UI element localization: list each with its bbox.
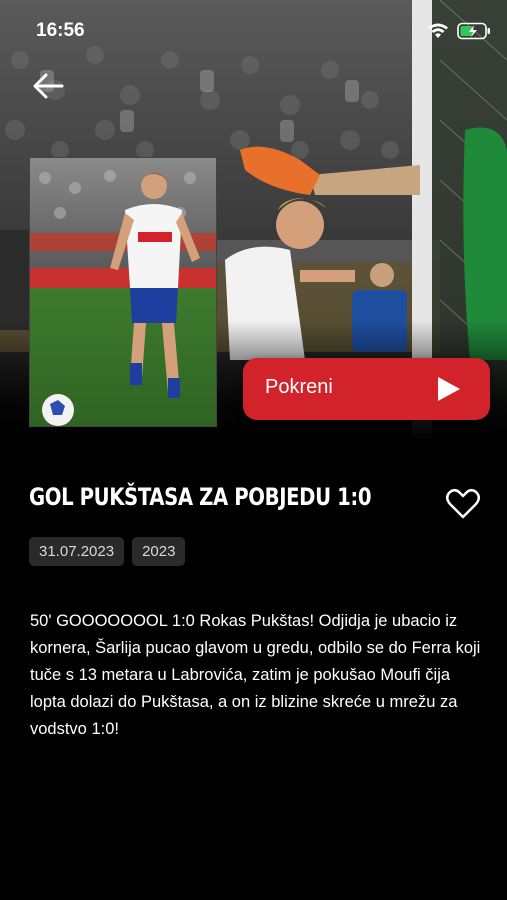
video-description: 50' GOOOOOOOL 1:0 Rokas Pukštas! Odjidja… xyxy=(30,612,481,738)
back-button[interactable] xyxy=(28,70,68,106)
wifi-icon xyxy=(427,22,449,45)
status-bar: 16:56 xyxy=(0,0,507,64)
battery-charging-icon xyxy=(457,22,491,45)
favorite-button[interactable] xyxy=(445,488,481,522)
arrow-left-icon xyxy=(32,72,64,105)
play-button-label: Pokreni xyxy=(265,376,333,398)
date-chip[interactable]: 31.07.2023 xyxy=(29,537,125,566)
heart-outline-icon xyxy=(445,489,481,524)
year-chip[interactable]: 2023 xyxy=(132,537,186,566)
video-title: GOL PUKŠTASA ZA POBJEDU 1:0 xyxy=(29,483,372,511)
tag-list: 31.07.2023 2023 xyxy=(29,537,186,566)
play-icon xyxy=(436,375,462,408)
play-button[interactable]: Pokreni xyxy=(243,358,490,420)
status-time: 16:56 xyxy=(36,20,85,41)
thumbnail-photo xyxy=(30,158,216,426)
status-icons xyxy=(427,22,491,45)
video-thumbnail xyxy=(29,157,217,427)
